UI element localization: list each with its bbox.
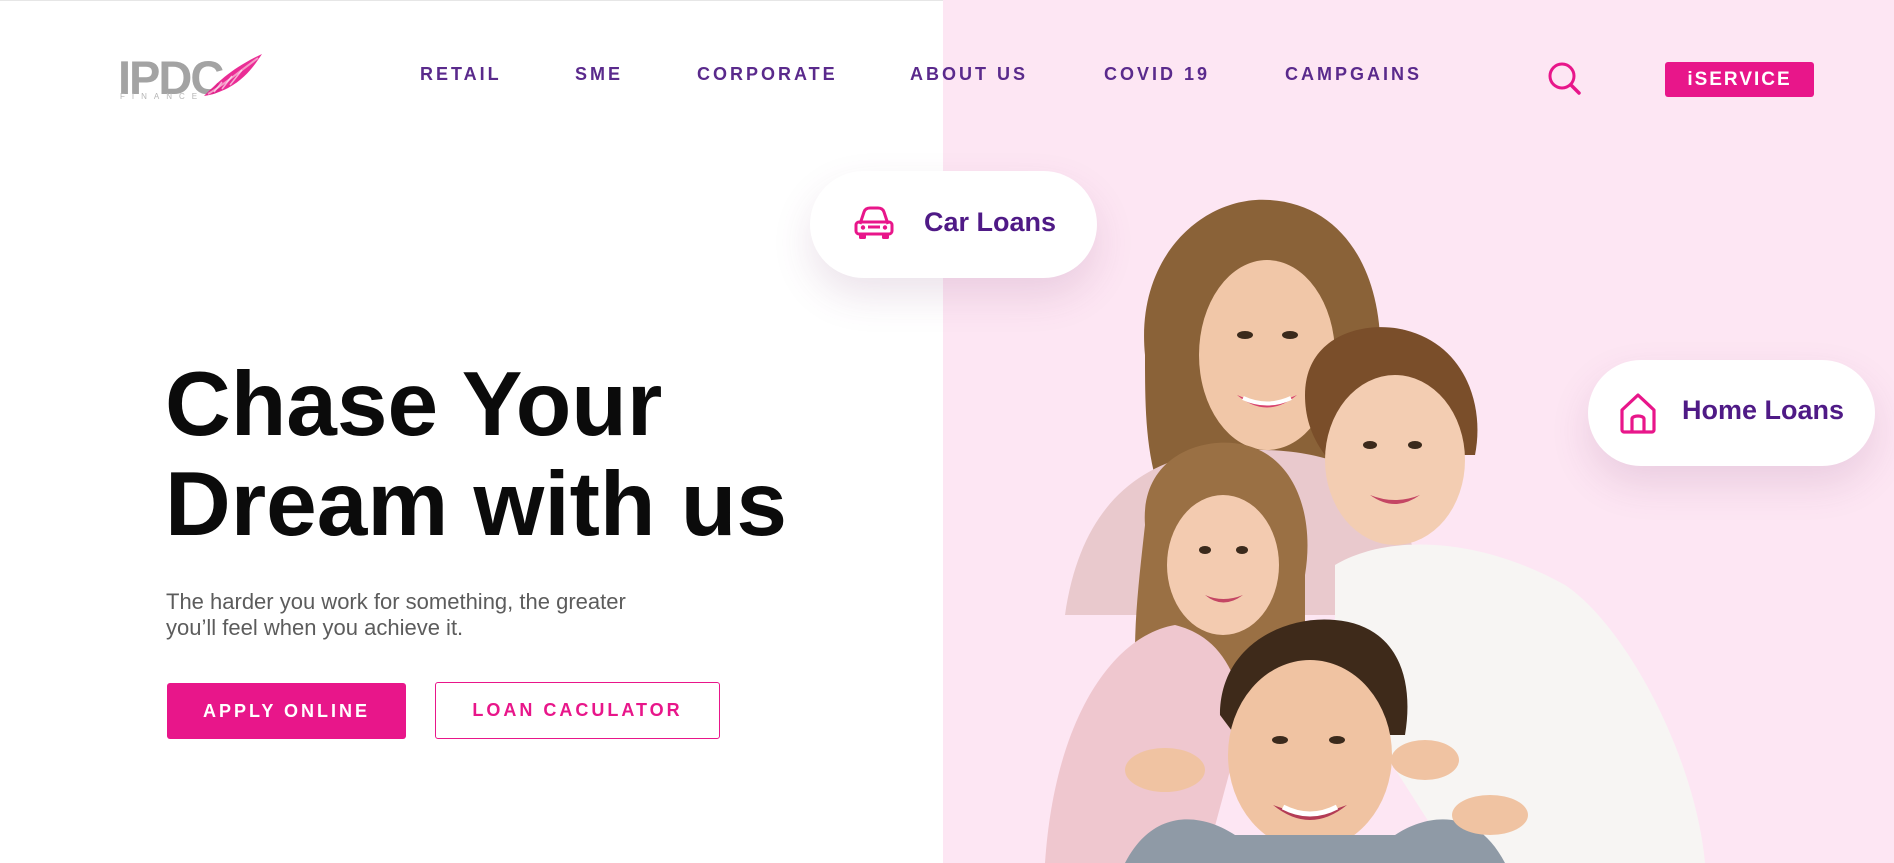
hero-title-line-1: Chase Your: [165, 354, 663, 455]
hero-title-line-2: Dream with us: [165, 454, 787, 555]
nav-item-campgains[interactable]: CAMPGAINS: [1285, 64, 1422, 85]
search-icon: [1548, 62, 1581, 95]
search-button[interactable]: [1546, 60, 1582, 96]
home-loans-pill[interactable]: Home Loans: [1588, 360, 1875, 466]
hero-subtitle-line-1: The harder you work for something, the g…: [166, 589, 626, 614]
iservice-button[interactable]: iSERVICE: [1665, 62, 1814, 97]
logo-subtext: FINANCE: [120, 92, 205, 101]
car-loans-label: Car Loans: [924, 207, 1057, 237]
car-loans-pill[interactable]: Car Loans: [810, 171, 1097, 278]
apply-online-button[interactable]: APPLY ONLINE: [167, 683, 406, 739]
home-icon: [1620, 393, 1656, 434]
nav-item-covid-19[interactable]: COVID 19: [1104, 64, 1210, 85]
car-icon: [854, 206, 894, 239]
nav-item-sme[interactable]: SME: [575, 64, 623, 85]
feather-icon: [204, 54, 262, 96]
home-loans-label: Home Loans: [1682, 395, 1845, 425]
nav-item-corporate[interactable]: CORPORATE: [697, 64, 838, 85]
hero-subtitle: The harder you work for something, the g…: [166, 589, 766, 641]
family-photo: [1045, 199, 1705, 863]
loan-calculator-button[interactable]: LOAN CACULATOR: [435, 682, 720, 739]
hero-title: Chase Your Dream with us: [165, 355, 885, 555]
nav-item-about-us[interactable]: ABOUT US: [910, 64, 1028, 85]
ipdc-logo[interactable]: IPDC FINANCE: [118, 52, 268, 104]
nav-item-retail[interactable]: RETAIL: [420, 64, 502, 85]
hero-subtitle-line-2: you’ll feel when you achieve it.: [166, 615, 464, 640]
